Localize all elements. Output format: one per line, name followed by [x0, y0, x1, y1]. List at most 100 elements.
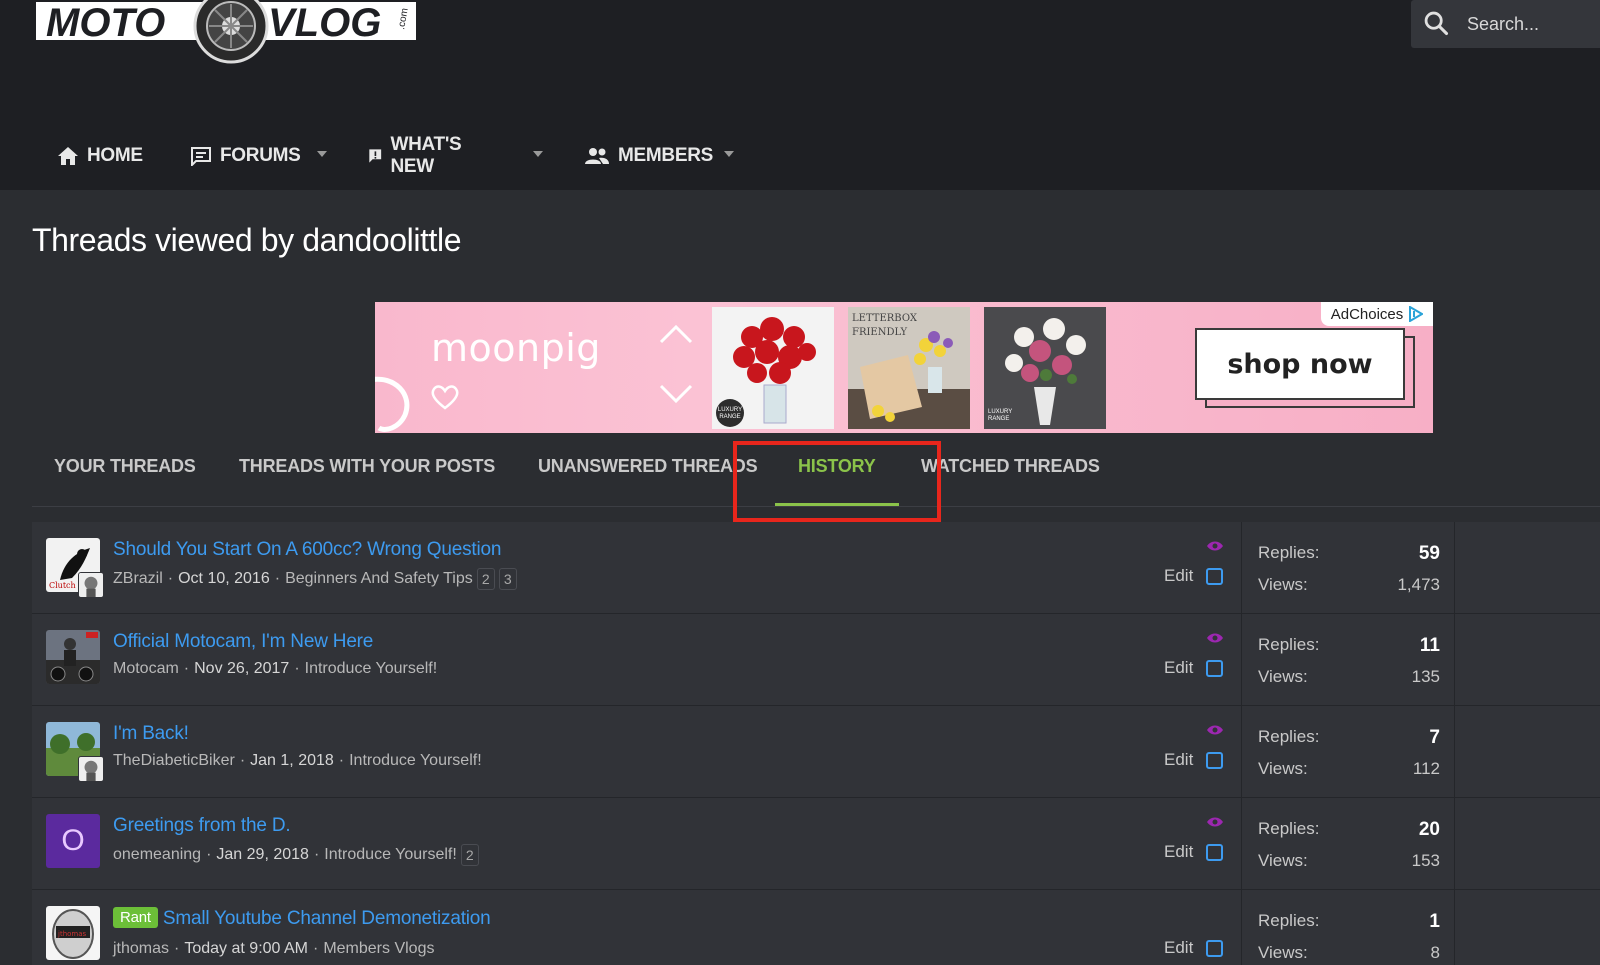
views-count: 1,473 — [1397, 575, 1440, 594]
thread-title-link[interactable]: I'm Back! — [113, 723, 189, 745]
meta-separator: · — [338, 752, 345, 769]
thread-forum[interactable]: Introduce Yourself! — [324, 846, 457, 864]
thread-title: Official Motocam, I'm New Here — [113, 631, 374, 652]
thread-filter-tabs: YOUR THREADS THREADS WITH YOUR POSTS UNA… — [32, 443, 1600, 507]
adchoices-link[interactable]: AdChoices — [1321, 302, 1433, 326]
tab-your-threads[interactable]: YOUR THREADS — [54, 456, 196, 492]
select-checkbox[interactable] — [1206, 752, 1223, 769]
page-jump-link[interactable]: 2 — [476, 568, 495, 590]
tab-threads-with-your-posts[interactable]: THREADS WITH YOUR POSTS — [239, 456, 495, 492]
ad-shop-now-button[interactable]: shop now — [1195, 328, 1405, 400]
tab-history[interactable]: HISTORY — [798, 456, 876, 492]
select-checkbox[interactable] — [1206, 940, 1223, 957]
tab-unanswered-threads[interactable]: UNANSWERED THREADS — [538, 456, 758, 492]
watched-eye-icon[interactable] — [1206, 540, 1224, 552]
thread-author[interactable]: TheDiabeticBiker — [113, 752, 235, 770]
nav-home[interactable]: HOME — [57, 134, 143, 178]
thread-author[interactable]: Motocam — [113, 660, 179, 678]
thread-title: Greetings from the D. — [113, 815, 291, 836]
thread-row[interactable]: I'm Back! TheDiabeticBiker · Jan 1, 2018… — [32, 706, 1600, 798]
replies-count: 7 — [1429, 727, 1440, 748]
nav-forums-dropdown-arrow[interactable] — [317, 151, 327, 157]
chevron-up-icon[interactable] — [659, 324, 693, 344]
thread-date[interactable]: Oct 10, 2016 — [178, 570, 270, 588]
thread-title: Should You Start On A 600cc? Wrong Quest… — [113, 539, 502, 560]
thread-forum[interactable]: Introduce Yourself! — [305, 660, 438, 678]
thread-forum[interactable]: Introduce Yourself! — [349, 752, 482, 770]
site-header: MOTO VLOG .com HOME FORUMS — [0, 0, 1600, 190]
views-label: Views: — [1258, 667, 1308, 686]
edit-link[interactable]: Edit — [1164, 842, 1193, 862]
svg-text:VLOG: VLOG — [268, 1, 381, 45]
edit-link[interactable]: Edit — [1164, 658, 1193, 678]
meta-separator: · — [183, 660, 190, 677]
thread-row[interactable]: Official Motocam, I'm New Here Motocam ·… — [32, 614, 1600, 706]
ad-photo-letterbox[interactable]: LETTERBOX FRIENDLY — [848, 307, 970, 429]
site-logo[interactable]: MOTO VLOG .com — [32, 0, 424, 66]
chevron-down-icon[interactable] — [659, 384, 693, 404]
page-title: Threads viewed by dandoolittle — [32, 222, 462, 258]
views-count: 112 — [1412, 759, 1440, 778]
search-input[interactable] — [1467, 10, 1597, 38]
watched-eye-icon[interactable] — [1206, 724, 1224, 736]
edit-link[interactable]: Edit — [1164, 566, 1193, 586]
meta-separator: · — [313, 940, 319, 957]
views-label: Views: — [1258, 943, 1308, 962]
watched-eye-icon[interactable] — [1206, 816, 1224, 828]
thread-date[interactable]: Today at 9:00 AM — [184, 940, 308, 958]
replies-count: 1 — [1429, 911, 1440, 932]
ad-photo-roses[interactable]: LUXURY RANGE — [712, 307, 834, 429]
thread-author[interactable]: onemeaning — [113, 846, 201, 864]
thread-date[interactable]: Jan 29, 2018 — [216, 846, 309, 864]
nav-members-dropdown-arrow[interactable] — [724, 151, 734, 157]
meta-separator: · — [167, 570, 174, 587]
meta-separator: · — [174, 940, 180, 957]
thread-author[interactable]: jthomas — [113, 940, 169, 958]
select-checkbox[interactable] — [1206, 844, 1223, 861]
alert-message-icon — [369, 149, 382, 163]
edit-link[interactable]: Edit — [1164, 750, 1193, 770]
page-jump-link[interactable]: 3 — [498, 568, 517, 590]
user-avatar[interactable] — [46, 630, 100, 684]
thread-stats: Replies: 1 Views: 8 — [1241, 890, 1455, 965]
thread-title-link[interactable]: Rant Small Youtube Channel Demonetization — [113, 907, 491, 930]
user-avatar[interactable]: O — [46, 814, 100, 868]
ad-brand-logo: moonpig — [431, 326, 601, 370]
tab-watched-threads[interactable]: WATCHED THREADS — [921, 456, 1100, 492]
ad-photo-bouquet[interactable]: LUXURY RANGE — [984, 307, 1106, 429]
ad-banner[interactable]: moonpig LUXURY RANGE LETTERBOX FRIENDLY … — [375, 302, 1433, 433]
thread-row[interactable]: Clutch Should You Start On A 600cc? Wron… — [32, 522, 1600, 614]
thread-forum[interactable]: Members Vlogs — [323, 940, 434, 958]
select-checkbox[interactable] — [1206, 660, 1223, 677]
nav-whats-new-dropdown-arrow[interactable] — [533, 151, 543, 157]
thread-title-link[interactable]: Official Motocam, I'm New Here — [113, 631, 373, 653]
last-poster-avatar[interactable] — [78, 572, 104, 598]
thread-row[interactable]: jthomas Rant Small Youtube Channel Demone… — [32, 890, 1600, 965]
thread-forum[interactable]: Beginners And Safety Tips — [285, 570, 473, 588]
thread-title-link[interactable]: Greetings from the D. — [113, 815, 291, 837]
replies-label: Replies: — [1258, 727, 1320, 746]
nav-forums[interactable]: FORUMS — [190, 134, 301, 178]
user-avatar[interactable]: jthomas — [46, 906, 100, 960]
views-label: Views: — [1258, 759, 1308, 778]
search-box[interactable] — [1411, 0, 1600, 48]
svg-text:LUXURY: LUXURY — [718, 407, 742, 413]
nav-forums-label: FORUMS — [220, 145, 301, 166]
thread-date[interactable]: Jan 1, 2018 — [250, 752, 334, 770]
search-icon[interactable] — [1422, 9, 1450, 37]
thread-date[interactable]: Nov 26, 2017 — [194, 660, 289, 678]
last-poster-avatar[interactable] — [78, 756, 104, 782]
views-count: 153 — [1411, 851, 1440, 870]
select-checkbox[interactable] — [1206, 568, 1223, 585]
thread-row[interactable]: O Greetings from the D. onemeaning · Jan… — [32, 798, 1600, 890]
page-jump-link[interactable]: 2 — [460, 844, 479, 866]
thread-stats: Replies: 7 Views: 112 — [1241, 706, 1455, 798]
thread-title: Small Youtube Channel Demonetization — [162, 908, 491, 929]
watched-eye-icon[interactable] — [1206, 632, 1224, 644]
thread-author[interactable]: ZBrazil — [113, 570, 163, 588]
nav-members[interactable]: MEMBERS — [584, 134, 713, 178]
thread-prefix-badge[interactable]: Rant — [113, 907, 158, 928]
nav-whats-new[interactable]: WHAT'S NEW — [368, 134, 469, 178]
edit-link[interactable]: Edit — [1164, 938, 1193, 958]
thread-title-link[interactable]: Should You Start On A 600cc? Wrong Quest… — [113, 539, 501, 561]
